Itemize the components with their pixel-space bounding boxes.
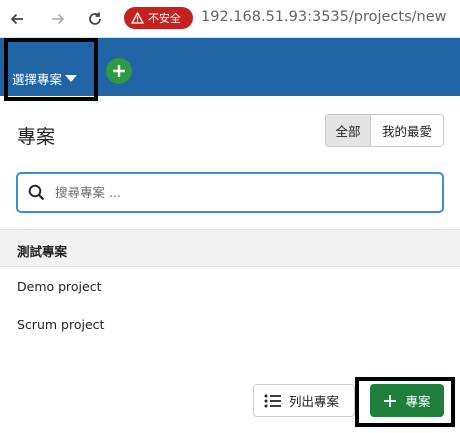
project-group-label: 測試專案 [17, 244, 68, 259]
back-button[interactable] [6, 8, 28, 30]
forward-button[interactable] [47, 8, 69, 30]
project-list-item-demo[interactable]: Demo project [17, 279, 102, 294]
project-selector-label: 選擇專案 [12, 72, 63, 87]
new-project-button[interactable]: 專案 [370, 384, 444, 417]
search-icon [28, 184, 45, 201]
forward-arrow-icon [52, 13, 65, 25]
search-box [16, 172, 444, 213]
back-arrow-icon [10, 13, 23, 25]
plus-icon [113, 65, 125, 77]
address-bar-url[interactable]: 192.168.51.93:3535/projects/new [201, 9, 447, 25]
list-icon [264, 394, 281, 407]
search-input[interactable] [55, 185, 415, 200]
reload-button[interactable] [84, 8, 106, 30]
filter-all-button[interactable]: 全部 [326, 115, 371, 146]
security-label: 不安全 [148, 12, 181, 25]
caret-down-icon [65, 75, 78, 82]
panel-title: 專案 [17, 126, 56, 148]
add-project-button[interactable] [106, 58, 132, 84]
security-chip[interactable]: 不安全 [124, 7, 193, 29]
plus-icon [384, 394, 397, 407]
app-header: 選擇專案 [0, 38, 460, 101]
list-projects-button[interactable]: 列出專案 [253, 384, 355, 417]
warning-icon [131, 12, 144, 24]
project-list-item-scrum[interactable]: Scrum project [17, 317, 104, 332]
project-filter-toggle: 全部 我的最愛 [325, 114, 444, 147]
project-group-header: 測試專案 [0, 229, 460, 267]
browser-toolbar: 不安全 192.168.51.93:3535/projects/new [0, 0, 460, 38]
list-projects-label: 列出專案 [289, 394, 340, 409]
filter-favorites-button[interactable]: 我的最愛 [371, 115, 443, 146]
reload-icon [89, 12, 101, 25]
new-project-label: 專案 [405, 394, 431, 409]
project-selector-dropdown[interactable]: 選擇專案 [4, 38, 98, 101]
